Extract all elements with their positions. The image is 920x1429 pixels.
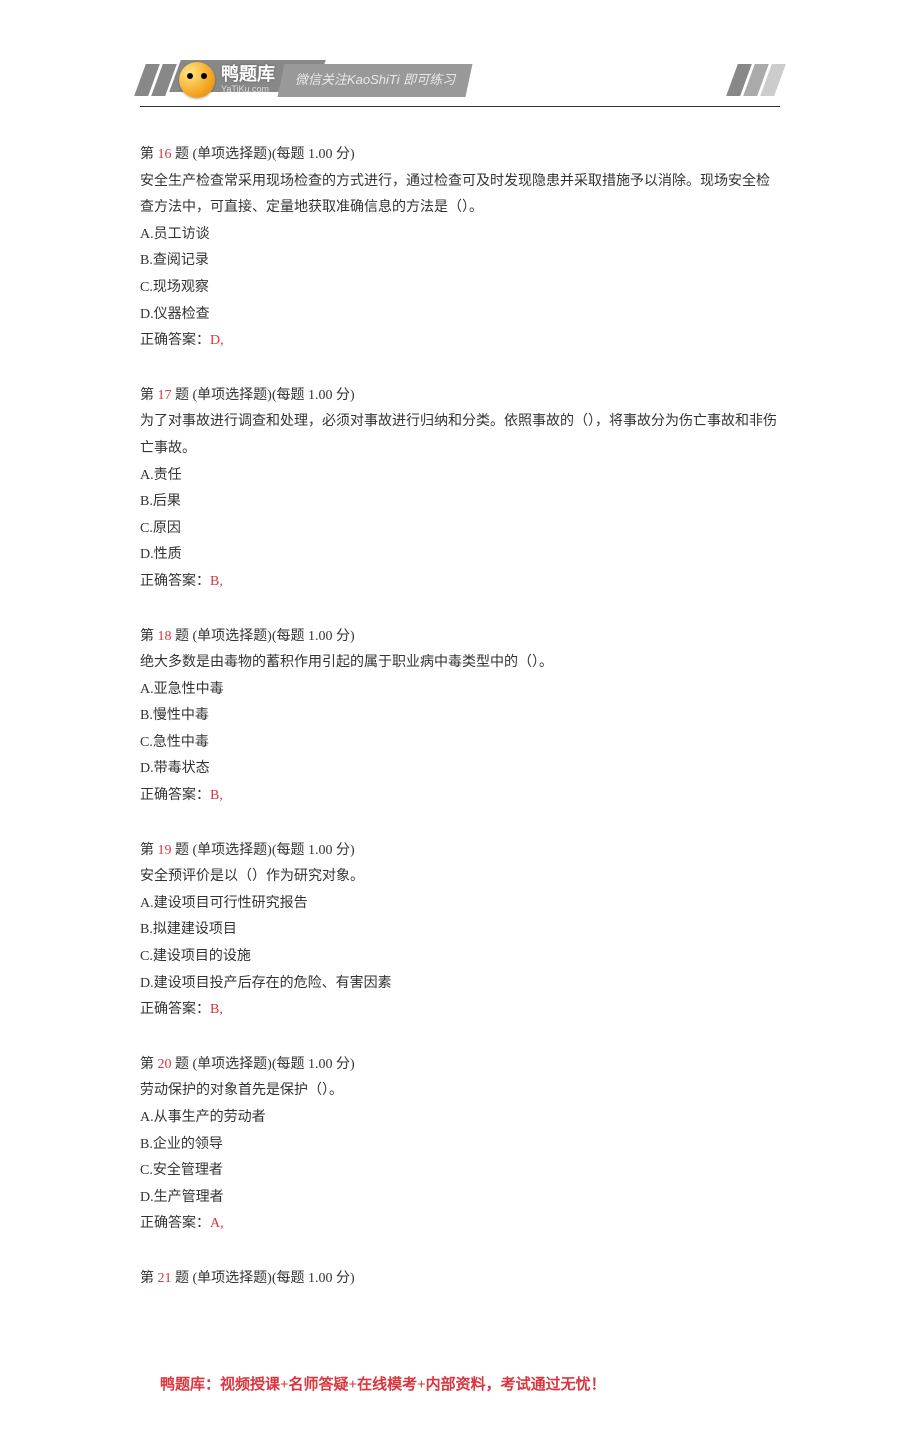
question-option: D.仪器检查: [140, 302, 780, 329]
answer-line: 正确答案：B,: [140, 997, 780, 1024]
answer-line: 正确答案：A,: [140, 1211, 780, 1238]
question-stem: 劳动保护的对象首先是保护（）。: [140, 1078, 780, 1105]
question-number: 16: [158, 147, 172, 162]
question-stem: 安全生产检查常采用现场检查的方式进行，通过检查可及时发现隐患并采取措施予以消除。…: [140, 169, 780, 222]
question-header: 第 17 题 (单项选择题)(每题 1.00 分): [140, 383, 780, 410]
left-stripes-decoration: [140, 64, 171, 96]
answer-value: B,: [210, 574, 223, 589]
question-header: 第 21 题 (单项选择题)(每题 1.00 分): [140, 1266, 780, 1293]
logo-text: 鸭题库 YaTiKu.com: [221, 65, 275, 95]
answer-label: 正确答案：: [140, 333, 210, 348]
right-stripes-decoration: [732, 64, 780, 96]
question-number: 21: [158, 1271, 172, 1286]
question-option: D.性质: [140, 542, 780, 569]
question-suffix: 题 (单项选择题)(每题 1.00 分): [175, 1057, 355, 1072]
answer-line: 正确答案：B,: [140, 783, 780, 810]
question-header: 第 18 题 (单项选择题)(每题 1.00 分): [140, 624, 780, 651]
question-option: A.从事生产的劳动者: [140, 1105, 780, 1132]
question-option: D.生产管理者: [140, 1185, 780, 1212]
answer-label: 正确答案：: [140, 574, 210, 589]
question-number: 19: [158, 843, 172, 858]
answer-value: B,: [210, 788, 223, 803]
answer-value: A,: [210, 1216, 224, 1231]
question-option: C.急性中毒: [140, 730, 780, 757]
question-option: D.带毒状态: [140, 756, 780, 783]
question-suffix: 题 (单项选择题)(每题 1.00 分): [175, 1271, 355, 1286]
answer-value: D,: [210, 333, 224, 348]
logo-main-text: 鸭题库: [221, 65, 275, 85]
question-block: 第 19 题 (单项选择题)(每题 1.00 分) 安全预评价是以（）作为研究对…: [140, 838, 780, 1024]
footer-text: 鸭题库：视频授课+名师答疑+在线模考+内部资料，考试通过无忧！: [160, 1371, 780, 1400]
slogan-text: 微信关注KaoShiTi 即可练习: [295, 68, 455, 93]
answer-value: B,: [210, 1002, 223, 1017]
question-number: 20: [158, 1057, 172, 1072]
question-option: C.安全管理者: [140, 1158, 780, 1185]
question-block: 第 16 题 (单项选择题)(每题 1.00 分) 安全生产检查常采用现场检查的…: [140, 142, 780, 355]
question-suffix: 题 (单项选择题)(每题 1.00 分): [175, 147, 355, 162]
question-prefix: 第: [140, 147, 154, 162]
question-block: 第 17 题 (单项选择题)(每题 1.00 分) 为了对事故进行调查和处理，必…: [140, 383, 780, 596]
answer-label: 正确答案：: [140, 1216, 210, 1231]
question-option: B.拟建建设项目: [140, 917, 780, 944]
answer-label: 正确答案：: [140, 1002, 210, 1017]
question-number: 17: [158, 388, 172, 403]
answer-label: 正确答案：: [140, 788, 210, 803]
question-option: B.后果: [140, 489, 780, 516]
question-header: 第 19 题 (单项选择题)(每题 1.00 分): [140, 838, 780, 865]
question-stem: 安全预评价是以（）作为研究对象。: [140, 864, 780, 891]
question-prefix: 第: [140, 388, 154, 403]
question-prefix: 第: [140, 629, 154, 644]
question-option: C.现场观察: [140, 275, 780, 302]
question-header: 第 20 题 (单项选择题)(每题 1.00 分): [140, 1052, 780, 1079]
answer-line: 正确答案：B,: [140, 569, 780, 596]
question-prefix: 第: [140, 843, 154, 858]
question-option: B.查阅记录: [140, 248, 780, 275]
question-header: 第 16 题 (单项选择题)(每题 1.00 分): [140, 142, 780, 169]
duck-logo-icon: [179, 62, 215, 98]
question-option: B.企业的领导: [140, 1132, 780, 1159]
question-option: B.慢性中毒: [140, 703, 780, 730]
answer-line: 正确答案：D,: [140, 328, 780, 355]
question-option: C.建设项目的设施: [140, 944, 780, 971]
question-block: 第 20 题 (单项选择题)(每题 1.00 分) 劳动保护的对象首先是保护（）…: [140, 1052, 780, 1238]
logo-sub-text: YaTiKu.com: [221, 85, 275, 95]
content-area: 第 16 题 (单项选择题)(每题 1.00 分) 安全生产检查常采用现场检查的…: [0, 107, 920, 1341]
question-block: 第 18 题 (单项选择题)(每题 1.00 分) 绝大多数是由毒物的蓄积作用引…: [140, 624, 780, 810]
header-bar: 鸭题库 YaTiKu.com 微信关注KaoShiTi 即可练习: [0, 60, 920, 100]
question-number: 18: [158, 629, 172, 644]
question-option: A.亚急性中毒: [140, 677, 780, 704]
question-option: C.原因: [140, 516, 780, 543]
question-suffix: 题 (单项选择题)(每题 1.00 分): [175, 388, 355, 403]
question-stem: 为了对事故进行调查和处理，必须对事故进行归纳和分类。依照事故的（），将事故分为伤…: [140, 409, 780, 462]
question-block: 第 21 题 (单项选择题)(每题 1.00 分): [140, 1266, 780, 1293]
question-option: A.建设项目可行性研究报告: [140, 891, 780, 918]
question-suffix: 题 (单项选择题)(每题 1.00 分): [175, 843, 355, 858]
question-option: D.建设项目投产后存在的危险、有害因素: [140, 971, 780, 998]
question-suffix: 题 (单项选择题)(每题 1.00 分): [175, 629, 355, 644]
question-option: A.责任: [140, 463, 780, 490]
logo-section: 鸭题库 YaTiKu.com: [179, 62, 275, 98]
question-prefix: 第: [140, 1271, 154, 1286]
slogan-bar: 微信关注KaoShiTi 即可练习: [278, 64, 473, 97]
question-option: A.员工访谈: [140, 222, 780, 249]
question-stem: 绝大多数是由毒物的蓄积作用引起的属于职业病中毒类型中的（）。: [140, 650, 780, 677]
question-prefix: 第: [140, 1057, 154, 1072]
